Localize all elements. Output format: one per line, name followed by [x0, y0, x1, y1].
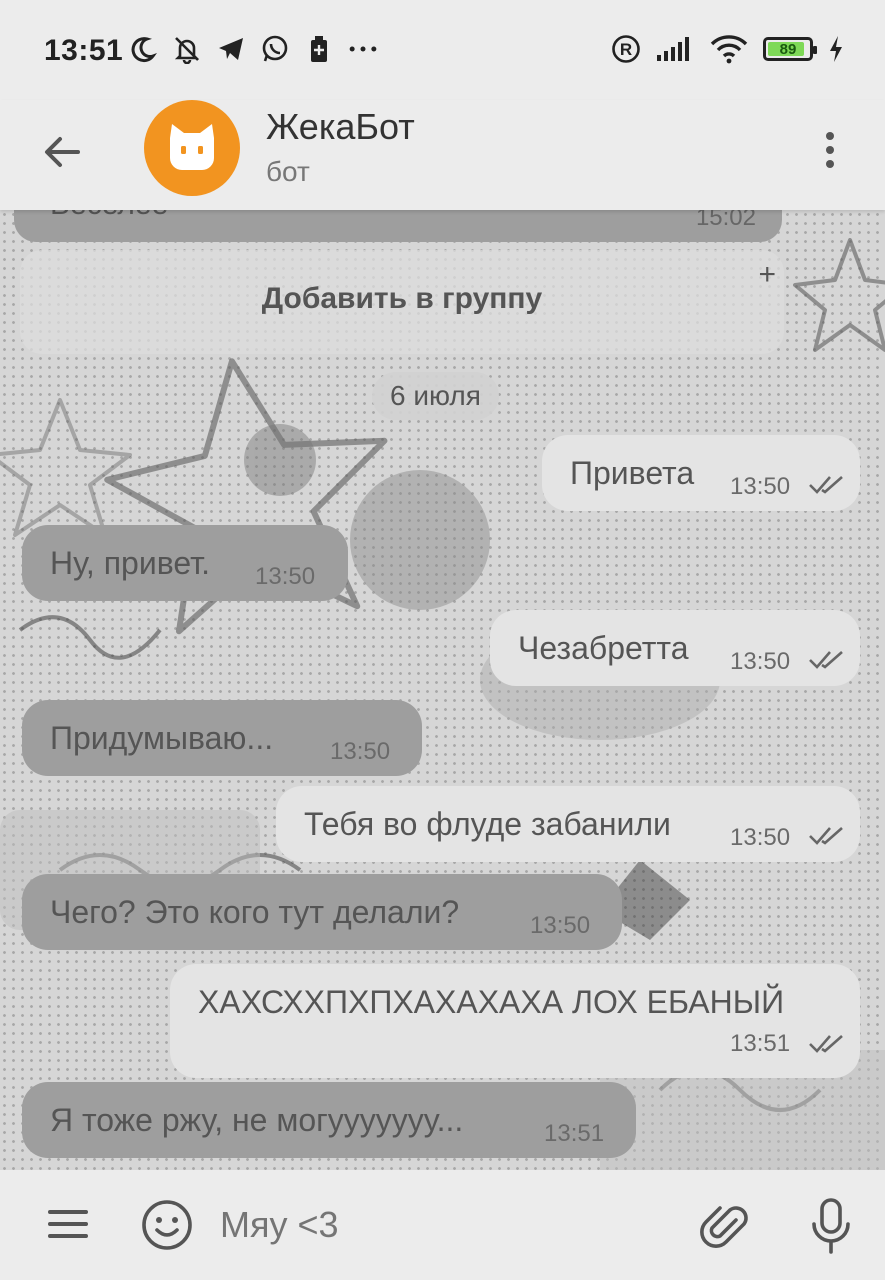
attach-button[interactable] [698, 1200, 752, 1254]
previous-message-bubble[interactable]: Веселее 15:02 [14, 210, 782, 242]
message-time: 13:50 [530, 912, 591, 939]
message-bubble-outgoing[interactable]: Привета 13:50 [542, 435, 860, 511]
message-text: Я тоже ржу, не могууууууу... [50, 1102, 464, 1138]
emoji-icon [142, 1200, 192, 1250]
message-bubble-outgoing[interactable]: Тебя во флуде забанили 13:50 [276, 786, 860, 862]
double-check-icon [809, 827, 843, 845]
emoji-button[interactable] [140, 1198, 194, 1252]
message-input[interactable] [220, 1204, 660, 1246]
message-time: 13:50 [330, 738, 391, 765]
signal-icon [655, 34, 695, 64]
back-button[interactable] [38, 128, 86, 176]
message-time: 13:50 [730, 648, 791, 675]
message-bubble-incoming[interactable]: Я тоже ржу, не могууууууу... 13:51 [22, 1082, 636, 1158]
cat-face-icon [170, 124, 214, 170]
status-icons-left [128, 34, 378, 64]
message-text: Чего? Это кого тут делали? [50, 894, 460, 930]
chat-header: ЖекаБот бот [0, 100, 885, 210]
voice-message-button[interactable] [806, 1196, 856, 1256]
svg-text:R: R [620, 40, 632, 59]
message-time: 13:50 [730, 824, 791, 851]
charging-icon [827, 34, 845, 64]
message-time: 13:50 [730, 473, 791, 500]
message-text: Тебя во флуде забанили [304, 806, 671, 842]
chat-subtitle: бот [266, 156, 310, 187]
message-text: ХАХСХХПХПХАХАХАХА ЛОХ ЕБАНЫЙ [198, 984, 785, 1020]
message-time: 13:50 [255, 563, 316, 590]
telegram-icon [216, 34, 246, 64]
message-text: Чезабретта [518, 630, 689, 666]
chat-avatar[interactable] [144, 100, 240, 196]
add-to-group-label: Добавить в группу [261, 282, 543, 315]
battery-icon: 89 [763, 37, 817, 61]
message-bubble-incoming[interactable]: Чего? Это кого тут делали? 13:50 [22, 874, 622, 950]
message-bubble-outgoing[interactable]: Чезабретта 13:50 [490, 610, 860, 686]
menu-icon [48, 1210, 88, 1238]
double-check-icon [809, 651, 843, 669]
message-input-bar [0, 1170, 885, 1280]
message-text: Привета [570, 455, 695, 491]
double-check-icon [809, 476, 843, 494]
bell-off-icon [172, 34, 202, 64]
previous-message-text: Веселее [50, 210, 168, 222]
registered-icon: R [611, 34, 641, 64]
status-time: 13:51 [44, 34, 124, 67]
previous-message-time: 15:02 [695, 210, 756, 231]
status-icons-right: R 89 [611, 34, 845, 64]
bot-menu-button[interactable] [48, 1206, 88, 1242]
message-time: 13:51 [544, 1120, 605, 1147]
wifi-icon [709, 34, 749, 64]
more-dots-icon [348, 34, 378, 64]
double-check-icon [809, 1035, 843, 1053]
message-text: Придумываю... [50, 720, 274, 756]
message-bubble-incoming[interactable]: Ну, привет. 13:50 [22, 525, 348, 601]
kebab-menu-icon [826, 132, 834, 168]
date-separator: 6 июля [372, 372, 499, 420]
chat-title[interactable]: ЖекаБот [266, 106, 415, 148]
menu-button[interactable] [815, 126, 845, 174]
battery-saver-icon [304, 34, 334, 64]
message-time: 13:51 [730, 1030, 791, 1057]
arrow-left-icon [45, 137, 80, 167]
message-text: Ну, привет. [50, 545, 211, 581]
paperclip-icon [700, 1206, 748, 1248]
message-bubble-incoming[interactable]: Придумываю... 13:50 [22, 700, 422, 776]
add-to-group-button[interactable]: + Добавить в группу [20, 250, 784, 354]
whatsapp-icon [260, 34, 290, 64]
message-bubble-outgoing[interactable]: ХАХСХХПХПХАХАХАХА ЛОХ ЕБАНЫЙ 13:51 [170, 964, 860, 1078]
microphone-icon [812, 1198, 850, 1254]
chat-area[interactable]: Веселее 15:02 + Добавить в группу 6 июля… [0, 210, 885, 1170]
status-bar: 13:51 R 89 [0, 0, 885, 100]
moon-icon [128, 34, 158, 64]
battery-level: 89 [779, 40, 797, 58]
